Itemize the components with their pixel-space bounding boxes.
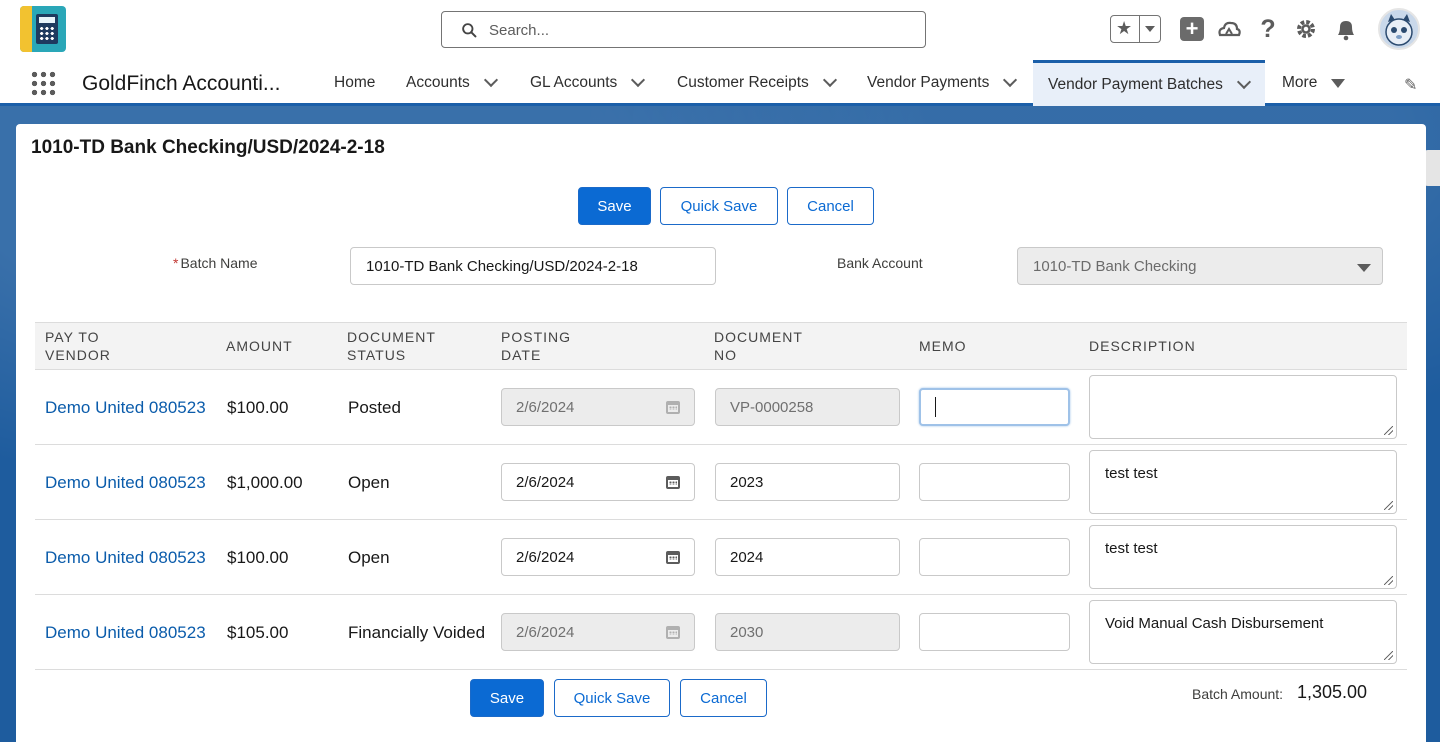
nav-item-accounts[interactable]: Accounts [406, 60, 498, 106]
nav-item-home[interactable]: Home [334, 60, 375, 106]
document-no-input: VP-0000258 [715, 388, 900, 426]
nav-item-gl-accounts[interactable]: GL Accounts [530, 60, 646, 106]
global-search-input[interactable]: Search... [441, 11, 926, 48]
document-no-input[interactable]: 2024 [715, 538, 900, 576]
chevron-down-icon [1145, 26, 1155, 32]
cancel-button-bottom[interactable]: Cancel [680, 679, 767, 717]
amount-cell: $100.00 [227, 398, 289, 417]
trailhead-icon[interactable] [1216, 16, 1242, 42]
resize-grip-icon[interactable] [1384, 501, 1393, 510]
document-no-input: 2030 [715, 613, 900, 651]
posting-date-input[interactable]: 2/6/2024 [501, 463, 695, 501]
table-header: PAY TO VENDOR AMOUNT DOCUMENT STATUS POSTI… [35, 322, 1407, 370]
description-textarea[interactable]: test test [1089, 525, 1397, 589]
chevron-down-icon[interactable] [1003, 72, 1018, 88]
table-row: Demo United 080523 $100.00 Posted 2/6/20… [35, 370, 1407, 445]
col-header-pay-to-vendor: PAY TO VENDOR [45, 329, 111, 363]
bank-account-label: Bank Account [837, 255, 923, 271]
col-header-document-no: DOCUMENT NO [714, 329, 803, 363]
memo-input[interactable] [919, 538, 1070, 576]
memo-input[interactable] [919, 388, 1070, 426]
table-row: Demo United 080523 $105.00 Financially V… [35, 595, 1407, 670]
nav-item-vendor-payment-batches[interactable]: Vendor Payment Batches [1033, 60, 1265, 106]
caret-down-icon [1357, 264, 1371, 272]
chevron-down-icon[interactable] [822, 72, 837, 88]
bank-account-select[interactable]: 1010-TD Bank Checking [1017, 247, 1383, 285]
status-cell: Open [348, 548, 390, 567]
description-textarea[interactable] [1089, 375, 1397, 439]
amount-cell: $100.00 [227, 548, 289, 567]
vendor-link[interactable]: Demo United 080523 [45, 548, 206, 568]
text-cursor [935, 397, 936, 417]
amount-cell: $105.00 [227, 623, 289, 642]
calendar-icon[interactable] [666, 476, 680, 489]
caret-down-icon [1331, 78, 1346, 88]
quick-save-button-bottom[interactable]: Quick Save [554, 679, 670, 717]
col-header-memo: MEMO [919, 338, 967, 354]
resize-grip-icon[interactable] [1384, 426, 1393, 435]
add-icon[interactable]: + [1179, 16, 1205, 42]
batch-amount-value: 1,305.00 [1297, 682, 1368, 702]
global-header: Search... ★ + ? [0, 0, 1440, 60]
nav-item-vendor-payments[interactable]: Vendor Payments [867, 60, 1018, 106]
status-cell: Posted [348, 398, 401, 417]
status-cell: Financially Voided [348, 623, 486, 642]
document-no-input[interactable]: 2023 [715, 463, 900, 501]
calendar-icon [666, 401, 680, 414]
app-name: GoldFinch Accounti... [82, 72, 281, 95]
quick-save-button[interactable]: Quick Save [660, 187, 778, 225]
notifications-bell-icon[interactable] [1333, 16, 1359, 42]
resize-grip-icon[interactable] [1384, 576, 1393, 585]
batch-amount-label: Batch Amount: [1192, 686, 1284, 702]
status-cell: Open [348, 473, 390, 492]
memo-input[interactable] [919, 463, 1070, 501]
edit-nav-pencil-icon[interactable]: ✎ [1404, 75, 1422, 94]
cancel-button[interactable]: Cancel [787, 187, 874, 225]
col-header-document-status: DOCUMENT STATUS [347, 329, 436, 363]
app-logo[interactable] [20, 6, 66, 52]
nav-item-customer-receipts[interactable]: Customer Receipts [677, 60, 837, 106]
app-launcher-icon[interactable] [30, 70, 56, 96]
search-icon [462, 23, 477, 38]
setup-gear-icon[interactable] [1293, 16, 1319, 42]
search-placeholder: Search... [489, 22, 550, 39]
vendor-link[interactable]: Demo United 080523 [45, 473, 206, 493]
vendor-link[interactable]: Demo United 080523 [45, 623, 206, 643]
favorites-star-icon: ★ [1116, 18, 1133, 38]
calendar-icon [666, 626, 680, 639]
description-textarea[interactable]: test test [1089, 450, 1397, 514]
chevron-down-icon[interactable] [1236, 74, 1251, 89]
posting-date-input[interactable]: 2/6/2024 [501, 538, 695, 576]
help-icon[interactable]: ? [1255, 15, 1281, 43]
favorites-button[interactable]: ★ [1110, 15, 1161, 43]
nav-item-more[interactable]: More [1282, 60, 1346, 106]
posting-date-input: 2/6/2024 [501, 613, 695, 651]
description-textarea[interactable]: Void Manual Cash Disbursement [1089, 600, 1397, 664]
logo-stripe [20, 6, 32, 52]
chevron-down-icon[interactable] [483, 72, 498, 88]
navigation-bar: GoldFinch Accounti... Home Accounts GL A… [0, 60, 1440, 106]
batch-card: 1010-TD Bank Checking/USD/2024-2-18 Save… [16, 124, 1426, 742]
page-title: 1010-TD Bank Checking/USD/2024-2-18 [31, 137, 385, 158]
save-button-bottom[interactable]: Save [470, 679, 544, 717]
save-button[interactable]: Save [578, 187, 651, 225]
col-header-amount: AMOUNT [226, 338, 293, 354]
table-row: Demo United 080523 $100.00 Open 2/6/2024… [35, 520, 1407, 595]
table-row: Demo United 080523 $1,000.00 Open 2/6/20… [35, 445, 1407, 520]
calculator-icon [36, 14, 58, 44]
batch-name-label: * Batch Name [173, 255, 258, 271]
chevron-down-icon[interactable] [631, 72, 646, 88]
vendor-link[interactable]: Demo United 080523 [45, 398, 206, 418]
posting-date-input: 2/6/2024 [501, 388, 695, 426]
memo-input[interactable] [919, 613, 1070, 651]
amount-cell: $1,000.00 [227, 473, 303, 492]
resize-grip-icon[interactable] [1384, 651, 1393, 660]
batch-name-input[interactable]: 1010-TD Bank Checking/USD/2024-2-18 [350, 247, 716, 285]
col-header-posting-date: POSTING DATE [501, 329, 572, 363]
calendar-icon[interactable] [666, 551, 680, 564]
col-header-description: DESCRIPTION [1089, 338, 1196, 354]
avatar[interactable] [1378, 8, 1420, 50]
